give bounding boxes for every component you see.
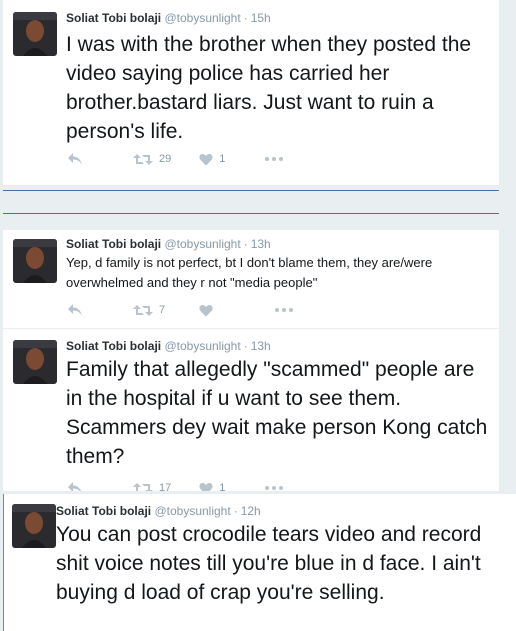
retweet-icon	[133, 482, 153, 491]
reply-icon[interactable]	[67, 303, 83, 317]
retweet-count: 17	[159, 482, 172, 491]
reply-icon[interactable]	[67, 481, 83, 491]
like-button[interactable]	[199, 304, 219, 317]
handle[interactable]: @tobysunlight	[164, 11, 240, 25]
timestamp[interactable]: 12h	[241, 504, 261, 518]
more-dots-icon[interactable]	[265, 157, 284, 161]
tweet-actions: 7	[67, 302, 294, 318]
tweet-text: Family that allegedly "scammed" people a…	[66, 358, 488, 468]
tweet-meta: Soliat Tobi bolaji @tobysunlight · 13h	[66, 339, 271, 353]
retweet-button[interactable]: 17	[133, 482, 172, 491]
like-count: 1	[219, 482, 226, 491]
like-button[interactable]: 1	[199, 482, 226, 491]
heart-icon	[199, 153, 213, 165]
avatar[interactable]	[12, 504, 56, 548]
reply-icon[interactable]	[67, 152, 83, 166]
tweet-actions: 29 1	[67, 151, 284, 167]
handle[interactable]: @tobysunlight	[164, 237, 240, 251]
tweet-card[interactable]: Soliat Tobi bolaji @tobysunlight · 15h I w…	[3, 0, 499, 185]
tweet-actions: 17 1	[67, 480, 284, 491]
timestamp[interactable]: 13h	[251, 339, 271, 353]
tweet-card[interactable]: Soliat Tobi bolaji @tobysunlight · 13h Yep…	[3, 230, 499, 328]
like-count: 1	[219, 153, 226, 165]
conversation-divider	[3, 190, 499, 191]
tweet-text: You can post crocodile tears video and r…	[56, 523, 482, 604]
retweet-button[interactable]: 7	[133, 304, 165, 317]
tweet-meta: Soliat Tobi bolaji @tobysunlight · 12h	[56, 504, 261, 518]
retweet-count: 29	[159, 153, 172, 165]
display-name[interactable]: Soliat Tobi bolaji	[56, 504, 151, 518]
more-dots-icon[interactable]	[265, 486, 284, 490]
like-button[interactable]: 1	[199, 153, 225, 166]
retweet-button[interactable]: 29	[133, 153, 171, 166]
handle[interactable]: @tobysunlight	[154, 504, 230, 518]
avatar[interactable]	[13, 340, 57, 384]
timestamp[interactable]: 13h	[251, 237, 271, 251]
tweet-meta: Soliat Tobi bolaji @tobysunlight · 15h	[66, 11, 271, 25]
display-name[interactable]: Soliat Tobi bolaji	[66, 11, 161, 25]
display-name[interactable]: Soliat Tobi bolaji	[66, 339, 161, 353]
display-name[interactable]: Soliat Tobi bolaji	[66, 237, 161, 251]
tweet-card[interactable]: Soliat Tobi bolaji @tobysunlight · 12h You…	[3, 494, 516, 631]
retweet-icon	[133, 153, 153, 165]
tweet-meta: Soliat Tobi bolaji @tobysunlight · 13h	[66, 237, 271, 251]
retweet-count: 7	[159, 304, 166, 316]
avatar[interactable]	[13, 239, 57, 283]
more-dots-icon[interactable]	[275, 308, 294, 312]
avatar[interactable]	[13, 12, 57, 56]
heart-icon	[199, 482, 213, 491]
tweet-card[interactable]: Soliat Tobi bolaji @tobysunlight · 13h Fam…	[3, 329, 499, 491]
conversation-divider	[3, 213, 499, 214]
tweet-text: Yep, d family is not perfect, bt I don't…	[66, 255, 433, 290]
retweet-icon	[133, 304, 153, 316]
heart-icon	[199, 304, 213, 316]
tweet-text: I was with the brother when they posted …	[66, 33, 472, 143]
handle[interactable]: @tobysunlight	[164, 339, 240, 353]
timestamp[interactable]: 15h	[251, 11, 271, 25]
